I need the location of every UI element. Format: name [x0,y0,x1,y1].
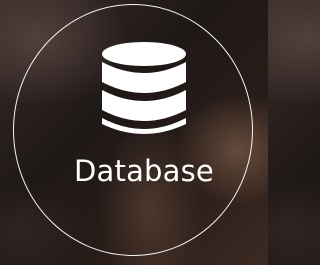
database-tile[interactable]: Database [0,0,268,265]
database-icon [102,42,186,134]
tile-label: Database [74,154,214,188]
